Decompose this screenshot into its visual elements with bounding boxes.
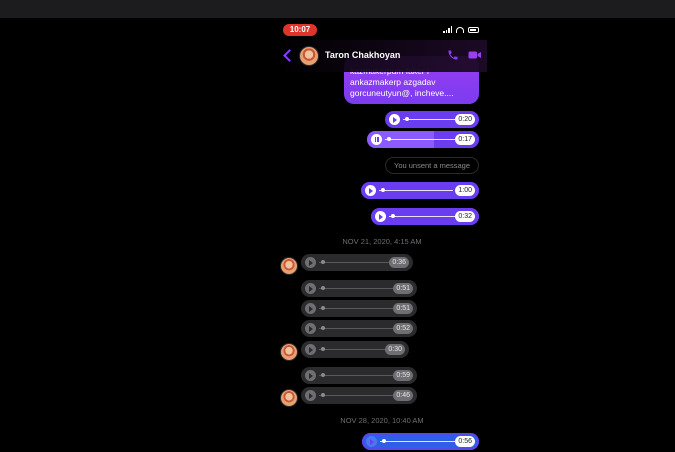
voice-duration: 0:52 [393,323,413,334]
contact-avatar[interactable] [280,389,298,407]
voice-waveform [319,262,389,263]
voice-waveform [319,308,393,309]
received-voice-message[interactable]: 0:52 [301,320,417,337]
status-icons [443,26,479,33]
play-icon[interactable] [305,370,316,381]
contact-avatar[interactable] [280,343,298,361]
sent-voice-message[interactable]: 0:56 [362,433,479,450]
voice-scrubber[interactable] [405,117,409,121]
chat-header: Taron Chakhoyan [277,40,487,72]
play-icon[interactable] [305,283,316,294]
sent-voice-message[interactable]: 0:20 [385,111,479,128]
date-divider: NOV 28, 2020, 10:40 AM [340,416,424,425]
voice-scrubber[interactable] [321,286,325,290]
voice-waveform [319,288,393,289]
voice-waveform [385,139,455,140]
play-icon[interactable] [366,436,377,447]
contact-avatar[interactable] [299,46,319,66]
voice-scrubber[interactable] [321,393,325,397]
sent-voice-message[interactable]: 0:32 [371,208,479,225]
play-icon[interactable] [305,344,316,355]
sent-voice-message[interactable]: 1:00 [361,182,479,199]
unsent-message-notice: You unsent a message [385,157,480,174]
voice-scrubber[interactable] [391,214,395,218]
message-line: ankazmakerp azgadav [350,77,436,87]
voice-duration: 0:56 [455,436,475,447]
status-time: 10:07 [283,24,317,36]
voice-duration: 1:00 [455,185,475,196]
voice-duration: 0:36 [389,257,409,268]
voice-scrubber[interactable] [321,260,325,264]
phone-screen: kazmakerpum faker i ankazmakerp azgadav … [277,20,487,452]
back-icon[interactable] [281,48,293,62]
voice-waveform [319,395,393,396]
play-icon[interactable] [389,114,400,125]
received-voice-message[interactable]: 0:46 [301,387,417,404]
contact-avatar[interactable] [280,257,298,275]
voice-duration: 0:30 [385,344,405,355]
window-top-strip [0,0,675,18]
play-icon[interactable] [305,390,316,401]
pause-icon[interactable] [371,134,382,145]
play-icon[interactable] [375,211,386,222]
voice-waveform [389,216,455,217]
received-voice-message[interactable]: 0:59 [301,367,417,384]
voice-scrubber[interactable] [381,188,385,192]
voice-scrubber[interactable] [321,306,325,310]
play-icon[interactable] [305,323,316,334]
signal-icon [443,26,452,33]
voice-waveform [319,375,393,376]
voice-duration: 0:32 [455,211,475,222]
voice-waveform [403,119,455,120]
voice-duration: 0:51 [393,283,413,294]
received-voice-message[interactable]: 0:30 [301,341,409,358]
status-bar: 10:07 [277,24,487,38]
voice-waveform [319,328,393,329]
voice-duration: 0:46 [393,390,413,401]
video-icon[interactable] [468,49,482,61]
wifi-icon [456,26,464,33]
message-line: gorcuneutyun@, incheve.... [350,88,454,98]
voice-duration: 0:59 [393,370,413,381]
play-icon[interactable] [305,257,316,268]
play-icon[interactable] [305,303,316,314]
battery-icon [468,26,479,33]
play-icon[interactable] [365,185,376,196]
voice-duration: 0:51 [393,303,413,314]
voice-duration: 0:20 [455,114,475,125]
voice-duration: 0:17 [455,134,475,145]
sent-voice-message-playing[interactable]: 0:17 [367,131,479,148]
date-divider: NOV 21, 2020, 4:15 AM [342,237,422,246]
voice-scrubber[interactable] [382,439,386,443]
contact-name[interactable]: Taron Chakhoyan [325,50,400,60]
received-voice-message[interactable]: 0:51 [301,280,417,297]
received-voice-message[interactable]: 0:51 [301,300,417,317]
voice-waveform [380,441,455,442]
voice-scrubber[interactable] [321,373,325,377]
voice-scrubber[interactable] [321,347,325,351]
message-thread: kazmakerpum faker i ankazmakerp azgadav … [277,20,487,452]
received-voice-message[interactable]: 0:36 [301,254,413,271]
voice-waveform [319,349,385,350]
phone-icon[interactable] [447,49,459,61]
voice-waveform [379,190,453,191]
voice-scrubber[interactable] [321,326,325,330]
voice-scrubber[interactable] [387,137,391,141]
